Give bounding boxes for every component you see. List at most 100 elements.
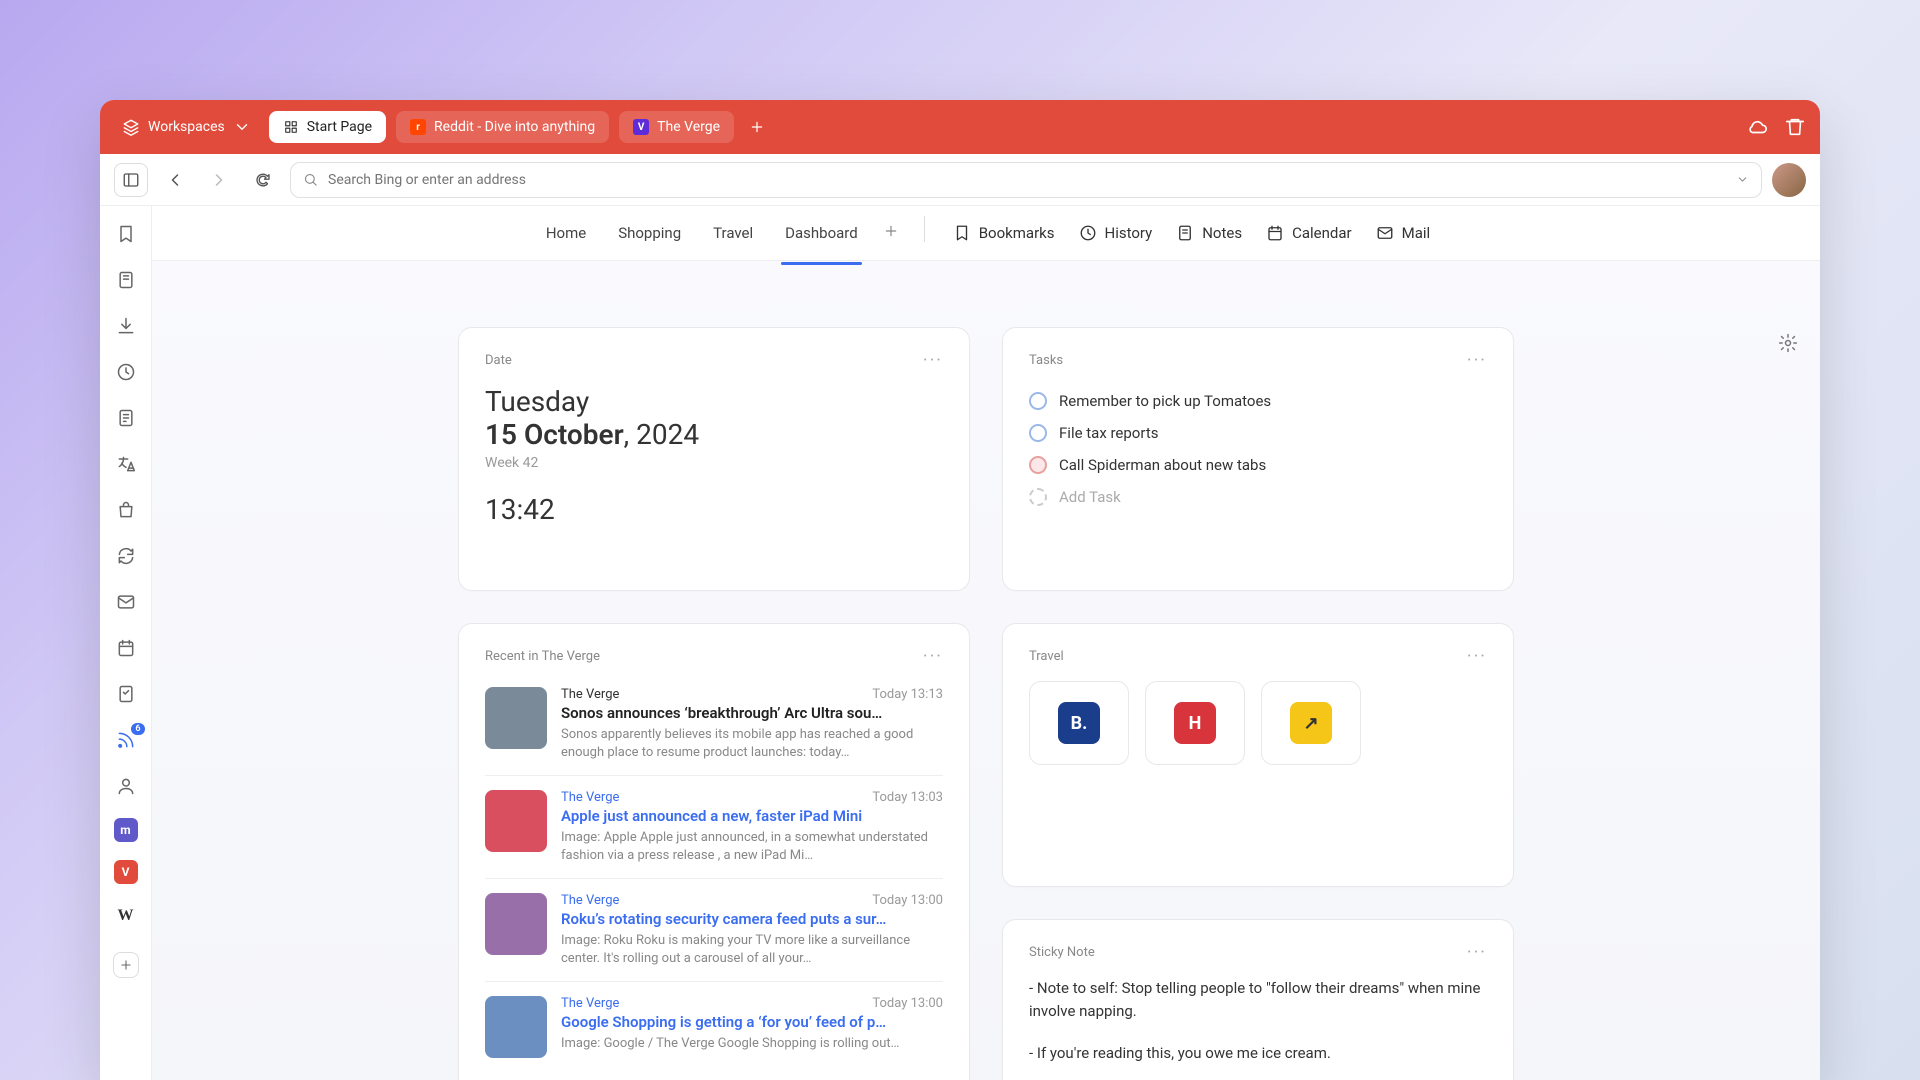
feed-title[interactable]: Sonos announces ‘breakthrough’ Arc Ultra…	[561, 704, 943, 722]
feed-thumb	[485, 893, 547, 955]
travel-tile-hotels[interactable]: H	[1145, 681, 1245, 765]
tab-label: Start Page	[307, 119, 372, 135]
gear-icon[interactable]	[1778, 333, 1798, 353]
address-bar[interactable]	[290, 162, 1762, 198]
avatar[interactable]	[1772, 163, 1806, 197]
note-body[interactable]: - Note to self: Stop telling people to "…	[1029, 977, 1487, 1065]
quick-notes[interactable]: Notes	[1166, 216, 1252, 250]
address-input[interactable]	[328, 172, 1726, 188]
title-bar: Workspaces Start Page r Reddit - Dive in…	[100, 100, 1820, 154]
card-more[interactable]: ···	[1467, 350, 1487, 371]
sidebar-reading-list[interactable]	[112, 266, 140, 294]
mail-icon	[1376, 224, 1394, 242]
back-button[interactable]	[158, 163, 192, 197]
sidebar-notes[interactable]	[112, 404, 140, 432]
feed-body: The VergeToday 13:00 Roku’s rotating sec…	[561, 893, 943, 967]
sidebar-downloads[interactable]	[112, 312, 140, 340]
feed-source[interactable]: The Verge	[561, 790, 619, 805]
tile-icon: H	[1174, 702, 1216, 744]
sidebar-feeds[interactable]: 6	[112, 726, 140, 754]
clock-icon	[116, 362, 136, 382]
task-item[interactable]: Call Spiderman about new tabs	[1029, 449, 1487, 481]
sidebar-app-mastodon[interactable]: m	[114, 818, 138, 842]
feed-item[interactable]: The VergeToday 13:03 Apple just announce…	[485, 775, 943, 878]
subtab-travel[interactable]: Travel	[699, 216, 767, 250]
right-column: Travel ··· B.H↗ Sticky Note ··· - N	[1002, 623, 1514, 1080]
feed-source[interactable]: The Verge	[561, 893, 619, 908]
quick-history[interactable]: History	[1069, 216, 1163, 250]
card-title: Tasks	[1029, 353, 1063, 368]
sidebar-tasks[interactable]	[112, 680, 140, 708]
feed-title[interactable]: Roku’s rotating security camera feed put…	[561, 910, 943, 928]
sidebar-mail[interactable]	[112, 588, 140, 616]
subtab-add[interactable]	[876, 216, 906, 246]
travel-tile-expedia[interactable]: ↗	[1261, 681, 1361, 765]
subtab-shopping[interactable]: Shopping	[604, 216, 695, 250]
tab-verge[interactable]: V The Verge	[619, 111, 734, 143]
sidebar-history[interactable]	[112, 358, 140, 386]
mail-icon	[116, 592, 136, 612]
subtab-dashboard[interactable]: Dashboard	[771, 216, 872, 250]
nav-bar	[100, 154, 1820, 206]
quick-bookmarks[interactable]: Bookmarks	[943, 216, 1065, 250]
browser-window: Workspaces Start Page r Reddit - Dive in…	[100, 100, 1820, 1080]
trash-icon[interactable]	[1784, 116, 1806, 138]
sidebar-shopping[interactable]	[112, 496, 140, 524]
sidebar-add-panel[interactable]	[113, 952, 139, 978]
sidebar-app-wikipedia[interactable]: W	[112, 902, 140, 930]
workspaces-label: Workspaces	[148, 119, 225, 135]
feed-title[interactable]: Apple just announced a new, faster iPad …	[561, 807, 943, 825]
card-more[interactable]: ···	[1467, 646, 1487, 667]
feed-body: The VergeToday 13:13 Sonos announces ‘br…	[561, 687, 943, 761]
task-add[interactable]: Add Task	[1029, 481, 1487, 513]
workspaces-button[interactable]: Workspaces	[114, 112, 259, 142]
sidebar-app-vivaldi[interactable]: V	[114, 860, 138, 884]
bookmark-icon	[116, 224, 136, 244]
card-more[interactable]: ···	[1467, 942, 1487, 963]
divider	[924, 216, 925, 242]
travel-tile-booking[interactable]: B.	[1029, 681, 1129, 765]
feed-title[interactable]: Google Shopping is getting a ‘for you’ f…	[561, 1013, 943, 1031]
feed-card: Recent in The Verge ··· The VergeToday 1…	[458, 623, 970, 1080]
panel-toggle-button[interactable]	[114, 163, 148, 197]
calendar-icon	[116, 638, 136, 658]
feed-item[interactable]: The VergeToday 13:13 Sonos announces ‘br…	[485, 681, 943, 775]
quick-mail[interactable]: Mail	[1366, 216, 1441, 250]
chevron-down-icon	[233, 118, 251, 136]
feed-item[interactable]: The VergeToday 13:00 Roku’s rotating sec…	[485, 878, 943, 981]
grid-icon	[283, 119, 299, 135]
task-item[interactable]: File tax reports	[1029, 417, 1487, 449]
tile-icon: B.	[1058, 702, 1100, 744]
bookmark-icon	[953, 224, 971, 242]
feed-body: The VergeToday 13:03 Apple just announce…	[561, 790, 943, 864]
sidebar-translate[interactable]	[112, 450, 140, 478]
feed-source: The Verge	[561, 687, 619, 702]
new-tab-button[interactable]	[744, 114, 770, 140]
checkbox-icon[interactable]	[1029, 424, 1047, 442]
card-more[interactable]: ···	[923, 350, 943, 371]
chevron-down-icon[interactable]	[1736, 173, 1749, 186]
sidebar-contacts[interactable]	[112, 772, 140, 800]
tab-reddit[interactable]: r Reddit - Dive into anything	[396, 111, 609, 143]
sidebar-bookmarks[interactable]	[112, 220, 140, 248]
card-more[interactable]: ···	[923, 646, 943, 667]
cloud-icon[interactable]	[1746, 116, 1768, 138]
task-item[interactable]: Remember to pick up Tomatoes	[1029, 385, 1487, 417]
reload-button[interactable]	[246, 163, 280, 197]
card-title: Travel	[1029, 649, 1064, 664]
checkbox-icon[interactable]	[1029, 392, 1047, 410]
subtab-home[interactable]: Home	[532, 216, 600, 250]
plus-icon	[749, 119, 765, 135]
tile-icon: ↗	[1290, 702, 1332, 744]
tab-start-page[interactable]: Start Page	[269, 111, 386, 143]
quick-calendar[interactable]: Calendar	[1256, 216, 1362, 250]
sidebar-sync[interactable]	[112, 542, 140, 570]
sidebar-calendar[interactable]	[112, 634, 140, 662]
feed-source[interactable]: The Verge	[561, 996, 619, 1011]
forward-button[interactable]	[202, 163, 236, 197]
plus-icon	[119, 958, 133, 972]
feed-item[interactable]: The VergeToday 13:00 Google Shopping is …	[485, 981, 943, 1072]
feed-thumb	[485, 687, 547, 749]
notes-icon	[1176, 224, 1194, 242]
checkbox-icon[interactable]	[1029, 456, 1047, 474]
